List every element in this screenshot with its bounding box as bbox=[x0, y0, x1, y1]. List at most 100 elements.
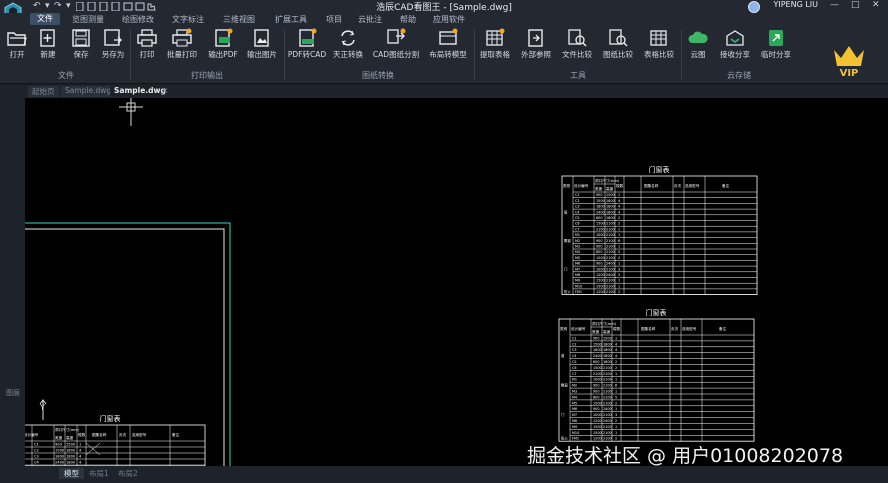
save-as-button[interactable]: 另存为 bbox=[94, 28, 132, 62]
table-category-label: 防火 bbox=[561, 436, 568, 441]
convert-arrows-icon bbox=[341, 30, 355, 46]
drawing-canvas[interactable]: Y 门窗表 类别 设计编号 洞口尺寸(mm) 宽度 高度 樘数 图集名称 页次 选用型号 备注 C1 9… bbox=[25, 98, 888, 466]
table-cell-count: 1 bbox=[79, 443, 81, 447]
table-cell-count: 1 bbox=[615, 390, 617, 394]
external-reference-button[interactable]: 外部参照 bbox=[517, 28, 555, 62]
table-header-text: 樘数 bbox=[616, 183, 624, 188]
table-cell-height: 2100 bbox=[606, 227, 615, 231]
tab-start-page[interactable]: 起始页 bbox=[28, 86, 59, 97]
table-header-text: 选用型号 bbox=[682, 326, 697, 331]
table-cell-height: 2100 bbox=[603, 378, 612, 382]
tab-draw-modify[interactable]: 绘图修改 bbox=[122, 14, 154, 25]
minimize-button[interactable]: — bbox=[830, 0, 839, 10]
table-cell-height: 2100 bbox=[606, 239, 615, 243]
table-cell-width: 1500 bbox=[596, 222, 605, 226]
table-cell-width: 900 bbox=[55, 443, 63, 447]
layout-to-model-button[interactable]: 布局转模型 bbox=[424, 28, 472, 62]
table-cell-code: M3 bbox=[575, 245, 580, 249]
table-cell-width: 800 bbox=[596, 250, 602, 254]
table-header-text: 设计编号 bbox=[571, 326, 586, 331]
table-category-label: 门 bbox=[561, 412, 565, 417]
user-name[interactable]: YIPENG LIU bbox=[773, 0, 818, 9]
table-cell-height: 1800 bbox=[606, 210, 615, 214]
temporary-share-button[interactable]: 临时分享 bbox=[757, 28, 795, 62]
save-disk-icon bbox=[72, 29, 90, 47]
image-export-icon bbox=[254, 29, 269, 47]
table-cell-count: 4 bbox=[79, 449, 82, 453]
table-cell-width: 2100 bbox=[596, 227, 605, 231]
table-cell-code: M4 bbox=[575, 250, 580, 254]
table-cell-code: M6 bbox=[575, 262, 580, 266]
table-title: 门窗表 bbox=[649, 165, 670, 174]
tab-view-measure[interactable]: 览图测量 bbox=[72, 14, 104, 25]
receive-share-icon bbox=[726, 30, 744, 46]
table-header-text: 备注 bbox=[172, 432, 180, 437]
table-cell-width: 1200 bbox=[593, 419, 602, 423]
tab-help[interactable]: 帮助 bbox=[400, 14, 416, 25]
maximize-button[interactable]: □ bbox=[851, 0, 860, 10]
table-cell-count: 2 bbox=[618, 216, 620, 220]
avatar[interactable] bbox=[748, 1, 760, 13]
file-compare-button[interactable]: 文件比较 bbox=[558, 28, 596, 62]
tab-extension-tools[interactable]: 扩展工具 bbox=[275, 14, 307, 25]
table-cell-count: 4 bbox=[615, 348, 617, 352]
table-cell-height: 1800 bbox=[603, 348, 612, 352]
tab-close-icon[interactable]: × bbox=[158, 86, 172, 97]
pdf-to-cad-button[interactable]: PDF转CAD bbox=[286, 28, 328, 62]
table-cell-height: 1500 bbox=[603, 336, 612, 340]
table-cell-width: 600 bbox=[596, 216, 602, 220]
table-cell-height: 1800 bbox=[606, 216, 615, 220]
table-cell-height: 1800 bbox=[66, 449, 76, 453]
tab-layout-2[interactable]: 布局2 bbox=[118, 468, 138, 479]
export-image-button[interactable]: 输出图片 bbox=[243, 28, 281, 62]
table-cell-height: 2400 bbox=[606, 262, 615, 266]
table-header-text: 洞口尺寸(mm) bbox=[55, 427, 80, 432]
table-cell-width: 1500 bbox=[55, 449, 65, 453]
tab-file[interactable]: 文件 bbox=[30, 13, 60, 25]
tab-text-annotation[interactable]: 文字标注 bbox=[172, 14, 204, 25]
tab-cloud-annotation[interactable]: 云批注 bbox=[358, 14, 382, 25]
split-drawing-icon bbox=[387, 28, 406, 44]
drawing-compare-button[interactable]: 图纸比较 bbox=[599, 28, 637, 62]
tab-sample-dwg[interactable]: Sample.dwg bbox=[61, 86, 116, 97]
extract-table-button[interactable]: 提取表格 bbox=[476, 28, 514, 62]
close-window-button[interactable]: ✕ bbox=[872, 0, 880, 10]
tab-apps[interactable]: 应用软件 bbox=[433, 14, 465, 25]
file-compare-icon bbox=[568, 29, 587, 47]
table-cell-code: C4 bbox=[575, 210, 580, 214]
table-cell-count: 3 bbox=[618, 267, 620, 271]
table-cell-height: 2100 bbox=[606, 267, 615, 271]
table-cell-count: 1 bbox=[615, 431, 617, 435]
cad-split-button[interactable]: CAD图纸分割 bbox=[370, 28, 422, 62]
new-document-icon bbox=[40, 29, 55, 47]
table-cell-count: 1 bbox=[615, 378, 617, 382]
table-cell-height: 2100 bbox=[603, 372, 612, 376]
tangent-convert-button[interactable]: 天正转换 bbox=[329, 28, 367, 62]
batch-print-button[interactable]: 批量打印 bbox=[163, 28, 201, 62]
document-tabs: 起始页 Sample.dwg Sample.dwg × bbox=[0, 85, 888, 98]
table-compare-button[interactable]: 表格比较 bbox=[640, 28, 678, 62]
layer-panel-label[interactable]: 图层 bbox=[6, 388, 20, 398]
table-cell-count: 5 bbox=[618, 250, 620, 254]
tab-project[interactable]: 项目 bbox=[326, 14, 342, 25]
receive-share-button[interactable]: 接收分享 bbox=[716, 28, 754, 62]
vip-badge[interactable]: VIP bbox=[828, 40, 870, 80]
table-cell-count: 1 bbox=[618, 262, 620, 266]
table-compare-icon bbox=[650, 30, 667, 46]
cloud-drawing-button[interactable]: 云图 bbox=[679, 28, 717, 62]
table-category-label: 窗 bbox=[561, 353, 565, 358]
export-pdf-button[interactable]: 输出PDF bbox=[204, 28, 242, 62]
cloud-icon bbox=[688, 31, 708, 43]
tab-3d-view[interactable]: 三维视图 bbox=[223, 14, 255, 25]
table-cell-count: 1 bbox=[618, 279, 620, 283]
table-cell-count: 2 bbox=[615, 401, 617, 405]
table-cell-count: 1 bbox=[615, 372, 617, 376]
table-header-text: 宽度 bbox=[55, 435, 63, 440]
tab-layout-1[interactable]: 布局1 bbox=[89, 468, 109, 479]
table-header-text: 高度 bbox=[606, 186, 614, 191]
tab-model[interactable]: 模型 bbox=[59, 468, 84, 479]
table-border bbox=[558, 318, 755, 442]
print-button[interactable]: 打印 bbox=[128, 28, 166, 62]
table-header-text: 高度 bbox=[66, 435, 74, 440]
table-header-text: 宽度 bbox=[592, 329, 600, 334]
